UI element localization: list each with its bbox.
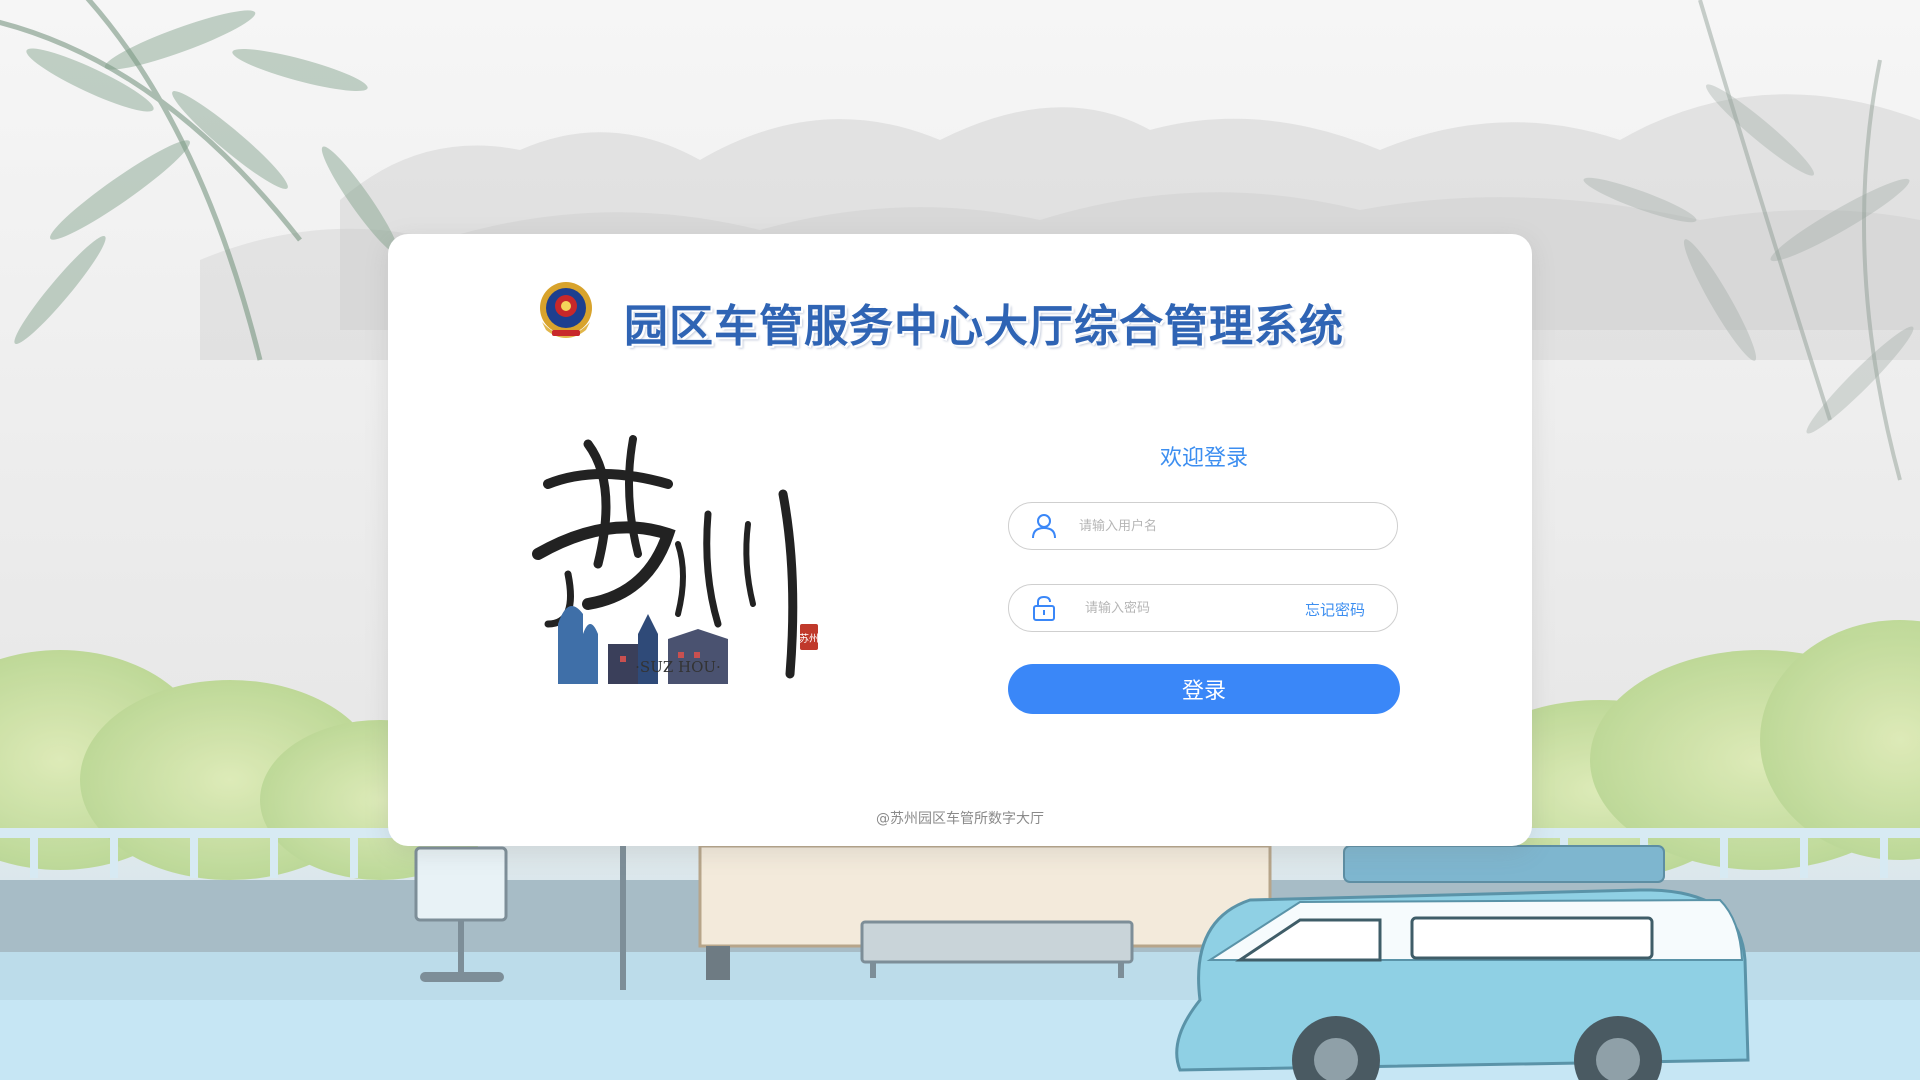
password-field[interactable]: 忘记密码 — [1008, 584, 1398, 632]
forgot-password-link[interactable]: 忘记密码 — [1305, 599, 1365, 620]
police-emblem-icon — [540, 282, 592, 338]
seal-text: 苏州 — [799, 632, 819, 645]
password-input[interactable] — [1085, 595, 1275, 621]
login-card: 园区车管服务中心大厅综合管理系统 苏州 ·SUZ HOU· 苏州 欢迎登录 请输… — [388, 234, 1532, 846]
welcome-heading: 欢迎登录 — [1159, 446, 1248, 471]
lock-icon — [1033, 595, 1055, 621]
username-input[interactable] — [1079, 513, 1369, 539]
login-page: 园区车管服务中心大厅综合管理系统 苏州 ·SUZ HOU· 苏州 欢迎登录 请输… — [0, 0, 1920, 1080]
system-title: 园区车管服务中心大厅综合管理系统 — [624, 301, 1344, 352]
suzhou-calligraphy-logo: 苏州 ·SUZ HOU· 苏州 — [532, 435, 819, 684]
user-icon — [1032, 514, 1056, 539]
brand-header: 园区车管服务中心大厅综合管理系统 — [532, 278, 1412, 352]
login-button[interactable]: 登录 — [1008, 664, 1400, 714]
copyright-text: @苏州园区车管所数字大厅 — [876, 811, 1044, 827]
suzhou-romanized-label: ·SUZ HOU· — [635, 658, 721, 676]
username-field[interactable] — [1008, 502, 1398, 550]
login-form: 欢迎登录 忘记密码 登录 — [1008, 444, 1400, 744]
